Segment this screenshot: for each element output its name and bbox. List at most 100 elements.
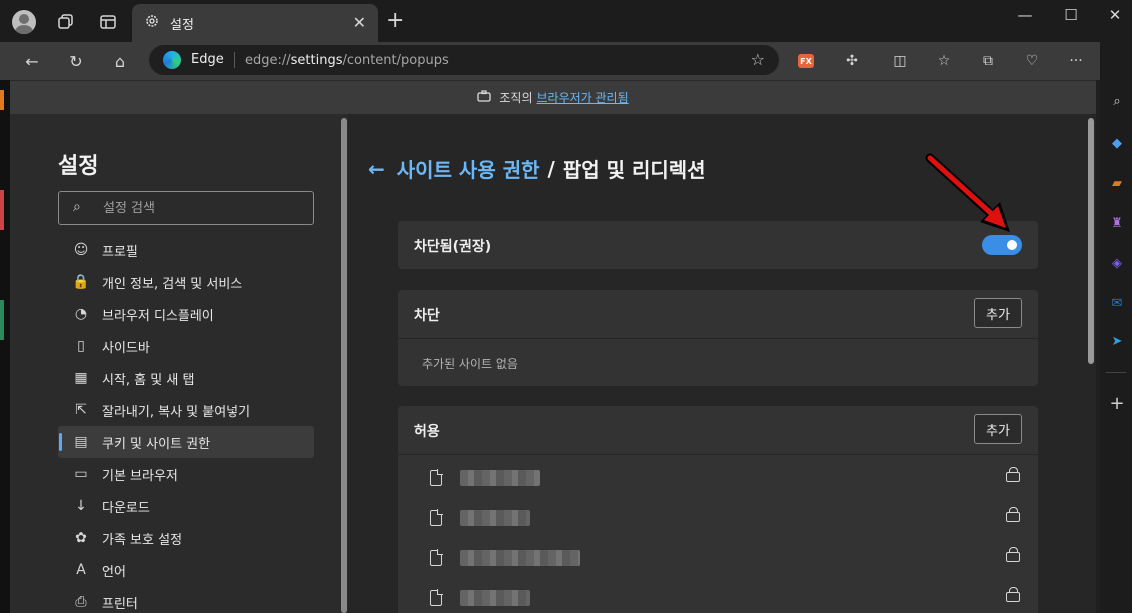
new-tab-button[interactable]: + [386,8,404,33]
allow-section-title: 허용 [414,424,440,440]
printer-icon: ⎙ [75,594,87,610]
minimize-button[interactable]: — [1002,6,1048,24]
home-icon[interactable]: ⌂ [108,50,132,72]
scroll-thumb[interactable] [341,118,347,613]
close-window-button[interactable]: ✕ [1092,6,1132,24]
edge-logo-icon [163,51,181,69]
url-text[interactable]: edge://settings/content/popups [245,53,449,68]
lock-icon[interactable] [1006,547,1020,562]
back-arrow-icon[interactable]: ← [368,157,385,181]
shopping-tag-icon[interactable]: ◆ [1108,134,1126,152]
managed-link[interactable]: 브라우저가 관리됨 [536,89,628,106]
site-identity-label: Edge [191,52,224,67]
sidebar-item-label: 브라우저 디스플레이 [102,308,214,324]
settings-sidebar: 설정 ⌕ ☺ 프로필 🔒 개인 정보, 검색 및 서비스 ◔ 브라우저 디스플레이 ▯ 사이드… [10,114,340,613]
back-arrow-icon[interactable]: ← [20,50,44,72]
sidebar-item-label: 다운로드 [102,500,150,516]
sidebar-item-8[interactable]: ▭ 기본 브라우저 [58,458,314,490]
list-item[interactable] [398,578,1038,613]
sidebar-item-7[interactable]: ▤ 쿠키 및 사이트 권한 [58,426,314,458]
sidebar-item-label: 사이드바 [102,340,150,356]
tab-actions-icon[interactable] [92,6,124,38]
family-icon: ✿ [75,530,87,546]
sidebar-item-4[interactable]: ▯ 사이드바 [58,330,314,362]
outlook-icon[interactable]: ✉ [1108,294,1126,312]
list-item[interactable] [398,498,1038,538]
settings-search[interactable]: ⌕ [58,191,314,225]
sidebar-item-10[interactable]: ✿ 가족 보호 설정 [58,522,314,554]
sidebar-item-label: 개인 정보, 검색 및 서비스 [102,276,243,292]
extension-fx-icon[interactable]: FX [798,54,814,68]
palette-icon: ◔ [74,306,88,322]
annotation-arrow-icon [925,153,1010,232]
search-input[interactable] [103,198,303,218]
settings-nav-list: ☺ 프로필 🔒 개인 정보, 검색 및 서비스 ◔ 브라우저 디스플레이 ▯ 사이드바 ▦ 시작,… [58,234,314,613]
sidebar-item-11[interactable]: A 언어 [58,554,314,586]
browser-window: 설정 ✕ + — ☐ ✕ ← ↻ ⌂ Edge edge://settings/… [0,0,1132,613]
add-icon[interactable]: + [1108,393,1126,414]
sidebar-item-5[interactable]: ▦ 시작, 홈 및 새 탭 [58,362,314,394]
sidebar-item-1[interactable]: ☺ 프로필 [58,234,314,266]
collections-icon[interactable]: ⧉ [978,51,998,71]
allow-add-button[interactable]: 추가 [974,414,1022,444]
scroll-thumb[interactable] [1088,118,1094,364]
home-grid-icon: ▦ [74,370,88,386]
navigation-bar: ← ↻ ⌂ Edge edge://settings/content/popup… [0,42,1100,80]
tab-settings[interactable]: 설정 ✕ [132,4,378,42]
split-screen-icon[interactable]: ◫ [890,51,910,71]
redacted-site-url [460,510,530,526]
favorite-star-icon[interactable]: ☆ [751,50,765,69]
sidebar-item-9[interactable]: ↓ 다운로드 [58,490,314,522]
maximize-button[interactable]: ☐ [1048,6,1094,24]
sidebar-item-label: 가족 보호 설정 [102,532,183,548]
page-icon [430,589,443,606]
more-menu-icon[interactable]: ··· [1066,51,1086,71]
sidebar-item-label: 시작, 홈 및 새 탭 [102,372,195,388]
block-add-button[interactable]: 추가 [974,298,1022,328]
section-divider [398,338,1038,339]
list-item[interactable] [398,538,1038,578]
breadcrumb-separator: / [547,156,555,181]
download-icon: ↓ [75,498,87,514]
sidebar-item-6[interactable]: ⇱ 잘라내기, 복사 및 붙여넣기 [58,394,314,426]
lock-icon[interactable] [1006,507,1020,522]
edge-sidebar: ⌕ ◆ ▰ ♜ ◈ ✉ ➤ + [1100,42,1132,613]
sidebar-scrollbar[interactable] [340,114,348,613]
lock-icon[interactable] [1006,467,1020,482]
extensions-puzzle-icon[interactable]: ✣ [842,51,862,71]
managed-banner: 조직의 브라우저가 관리됨 [10,80,1096,114]
tab-close-icon[interactable]: ✕ [353,13,366,32]
blocked-toggle-label: 차단됨(권장) [414,239,492,255]
page-icon [430,509,443,526]
profile-avatar[interactable] [12,10,36,34]
sidebar-item-label: 언어 [102,564,126,580]
sidebar-item-label: 기본 브라우저 [102,468,178,484]
page-icon [430,469,443,486]
page-icon [430,549,443,566]
send-icon[interactable]: ➤ [1108,332,1126,350]
lock-icon[interactable] [1006,587,1020,602]
list-item[interactable] [398,458,1038,498]
games-icon[interactable]: ♜ [1108,214,1126,232]
breadcrumb: ← 사이트 사용 권한 / 팝업 및 리디렉션 [368,154,706,183]
breadcrumb-parent-link[interactable]: 사이트 사용 권한 [397,154,540,183]
sidebar-item-3[interactable]: ◔ 브라우저 디스플레이 [58,298,314,330]
lock-icon: 🔒 [72,274,90,290]
favorites-icon[interactable]: ☆ [934,51,954,71]
search-icon[interactable]: ⌕ [1108,92,1126,110]
browser-essentials-icon[interactable]: ♡ [1022,51,1042,71]
content-scrollbar[interactable] [1086,114,1096,613]
profile-icon: ☺ [73,242,89,258]
refresh-icon[interactable]: ↻ [64,50,88,72]
address-bar[interactable]: Edge edge://settings/content/popups ☆ [149,45,779,75]
tools-icon[interactable]: ▰ [1108,174,1126,192]
share-icon: ⇱ [75,402,87,418]
gear-icon [144,13,160,33]
sidebar-item-12[interactable]: ⎙ 프린터 [58,586,314,613]
workspaces-icon[interactable] [50,6,82,38]
sidebar-item-label: 프린터 [102,596,138,612]
microsoft365-icon[interactable]: ◈ [1108,254,1126,272]
strip-mark [0,90,4,110]
sidebar-item-2[interactable]: 🔒 개인 정보, 검색 및 서비스 [58,266,314,298]
strip-mark [0,300,4,340]
